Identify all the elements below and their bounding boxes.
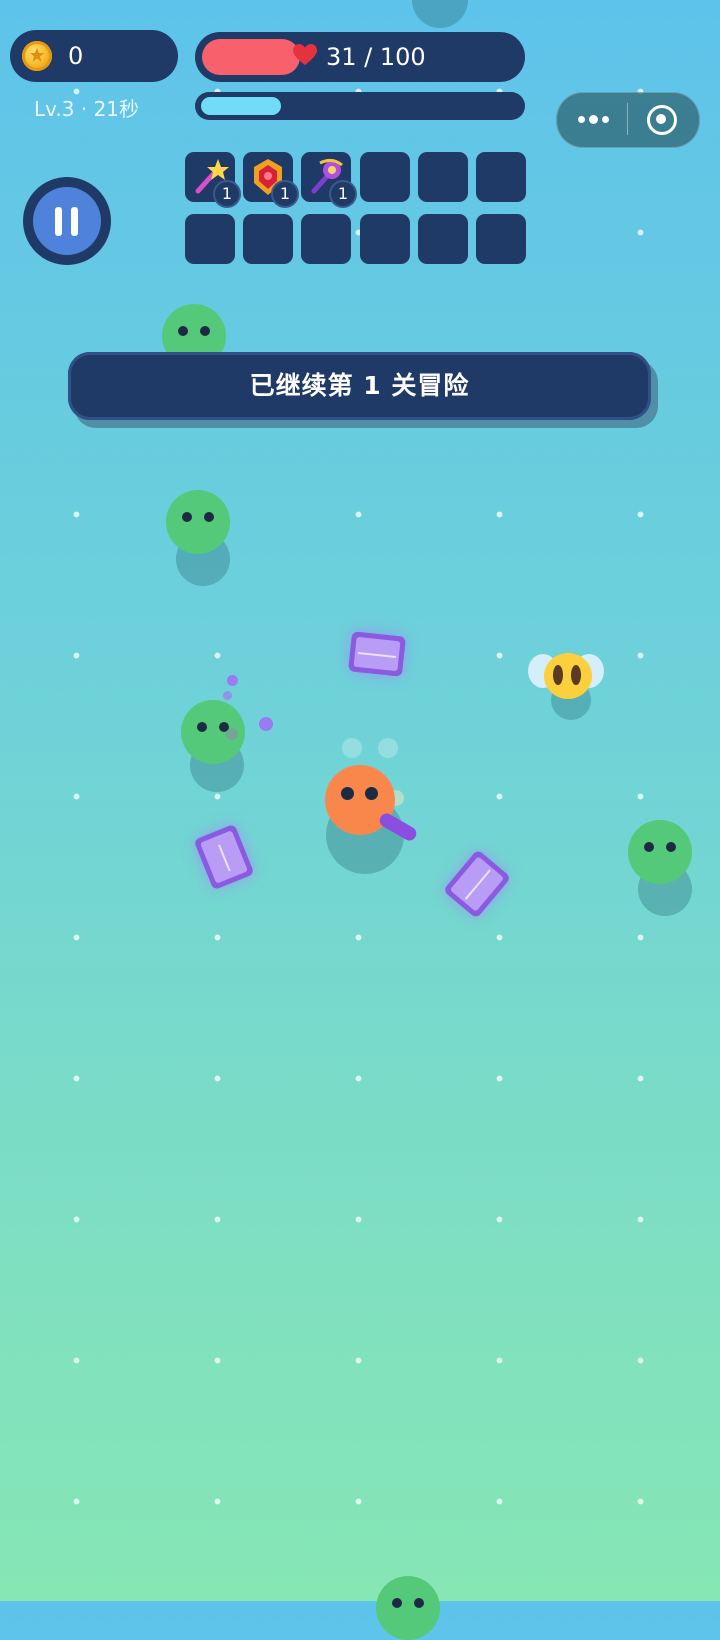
- slime-eye: [182, 512, 192, 522]
- skill-slot[interactable]: [360, 214, 410, 264]
- skill-count-badge: 1: [271, 180, 299, 208]
- slime-eye: [666, 842, 676, 852]
- pause-icon: [71, 207, 78, 236]
- player-eye: [365, 787, 378, 800]
- skill-slot[interactable]: [301, 214, 351, 264]
- magic-particle: [226, 728, 238, 740]
- slime-eye: [197, 722, 207, 732]
- close-miniprogram-button[interactable]: [630, 98, 692, 140]
- coin-icon: [22, 41, 52, 71]
- trail-puff: [342, 738, 362, 758]
- slime-eye: [178, 326, 188, 336]
- skill-count-badge: 1: [329, 180, 357, 208]
- more-menu-button[interactable]: [566, 98, 626, 140]
- coin-count: 0: [68, 42, 84, 70]
- slime-eye: [204, 512, 214, 522]
- skill-slot[interactable]: [418, 152, 468, 202]
- more-dot-icon: [589, 115, 598, 124]
- hp-bar-fill: [202, 39, 300, 75]
- heart-icon: [293, 44, 317, 65]
- level-timer: Lv.3 · 21秒: [34, 97, 140, 121]
- xp-gem: [348, 631, 406, 677]
- pause-button-face[interactable]: [33, 187, 101, 255]
- continue-banner-text: 已继续第 1 关冒险: [249, 371, 470, 400]
- capsule-divider: [627, 103, 628, 135]
- skill-slot[interactable]: [360, 152, 410, 202]
- magic-particle: [227, 675, 238, 686]
- target-dot: [656, 114, 666, 124]
- xp-bar-fill: [201, 97, 281, 115]
- player-eye: [341, 787, 354, 800]
- hp-text: 31 / 100: [326, 43, 426, 71]
- more-dot-icon: [602, 116, 609, 123]
- skill-slot[interactable]: [418, 214, 468, 264]
- slime-eye: [392, 1598, 402, 1608]
- green-slime-enemy: [376, 1576, 440, 1640]
- skill-slot[interactable]: [243, 214, 293, 264]
- green-slime-enemy: [166, 490, 230, 554]
- bee-enemy: [544, 653, 592, 699]
- slime-eye: [200, 326, 210, 336]
- trail-puff: [378, 738, 398, 758]
- slime-eye: [414, 1598, 424, 1608]
- magic-particle: [259, 717, 273, 731]
- bee-eye: [571, 665, 581, 685]
- bee-eye: [553, 665, 563, 685]
- skill-slot[interactable]: [185, 214, 235, 264]
- slime-eye: [644, 842, 654, 852]
- magic-particle: [223, 691, 232, 700]
- skill-count-badge: 1: [213, 180, 241, 208]
- skill-slot[interactable]: [476, 214, 526, 264]
- pause-icon: [55, 207, 62, 236]
- more-dot-icon: [578, 116, 585, 123]
- green-slime-enemy: [628, 820, 692, 884]
- skill-slot[interactable]: [476, 152, 526, 202]
